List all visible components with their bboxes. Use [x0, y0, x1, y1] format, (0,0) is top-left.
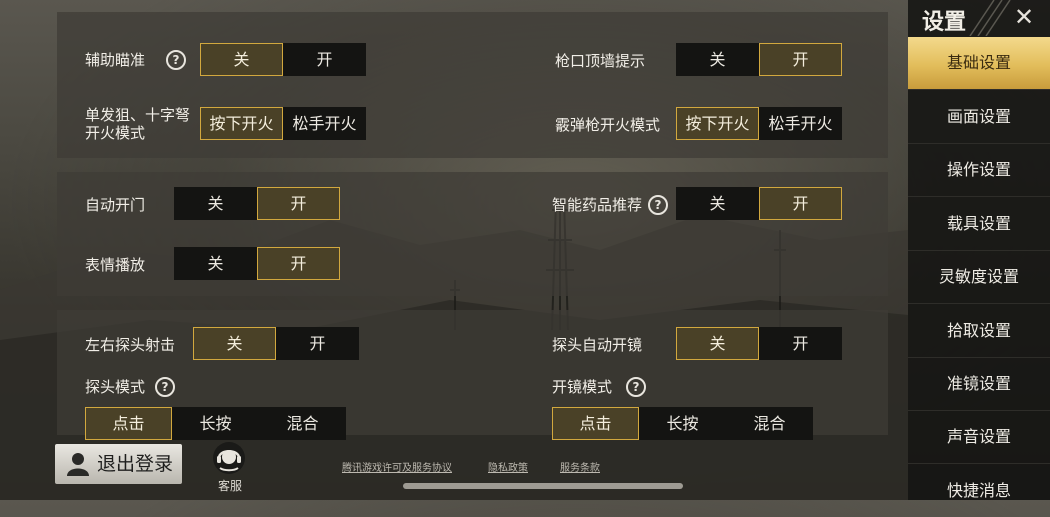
scope-mode-hold-option[interactable]: 长按	[639, 407, 726, 440]
customer-service-icon[interactable]	[206, 441, 252, 475]
tab-scope-settings[interactable]: 准镜设置	[908, 358, 1050, 411]
auto-door-label: 自动开门	[85, 196, 146, 214]
scope-mode-label: 开镜模式	[552, 378, 613, 396]
wall-hint-toggle: 关 开	[676, 43, 842, 76]
peek-mode-selector: 点击 长按 混合	[85, 407, 346, 440]
aim-assist-on-option[interactable]: 开	[283, 43, 366, 76]
sniper-fire-label-line2: 开火模式	[85, 124, 146, 142]
logout-label: 退出登录	[97, 453, 174, 475]
aim-assist-toggle: 关 开	[200, 43, 366, 76]
title-decoration	[969, 0, 1011, 36]
emote-toggle: 关 开	[174, 247, 340, 280]
med-recommend-label: 智能药品推荐	[552, 196, 643, 214]
auto-door-toggle: 关 开	[174, 187, 340, 220]
sniper-release-fire-option[interactable]: 松手开火	[283, 107, 366, 140]
peek-fire-toggle: 关 开	[193, 327, 359, 360]
user-icon	[67, 453, 89, 476]
peek-fire-on-option[interactable]: 开	[276, 327, 359, 360]
help-icon[interactable]: ?	[626, 377, 646, 397]
tab-sensitivity-settings[interactable]: 灵敏度设置	[908, 251, 1050, 304]
sniper-fire-label-line1: 单发狙、十字弩	[85, 106, 191, 124]
wall-hint-on-option[interactable]: 开	[759, 43, 842, 76]
auto-door-off-option[interactable]: 关	[174, 187, 257, 220]
terms-of-service-link[interactable]: 服务条款	[560, 459, 600, 474]
tab-sound-settings[interactable]: 声音设置	[908, 411, 1050, 464]
tab-vehicle-settings[interactable]: 载具设置	[908, 198, 1050, 251]
med-recommend-off-option[interactable]: 关	[676, 187, 759, 220]
shotgun-fire-label: 霰弹枪开火模式	[555, 116, 661, 134]
wall-hint-off-option[interactable]: 关	[676, 43, 759, 76]
shotgun-release-fire-option[interactable]: 松手开火	[759, 107, 842, 140]
help-icon[interactable]: ?	[155, 377, 175, 397]
tab-graphics-settings[interactable]: 画面设置	[908, 91, 1050, 144]
peek-fire-off-option[interactable]: 关	[193, 327, 276, 360]
peek-mode-hold-option[interactable]: 长按	[172, 407, 259, 440]
peek-fire-label: 左右探头射击	[85, 336, 176, 354]
help-icon[interactable]: ?	[648, 195, 668, 215]
scope-mode-tap-option[interactable]: 点击	[552, 407, 639, 440]
settings-title: 设置	[922, 10, 967, 35]
privacy-policy-link[interactable]: 隐私政策	[488, 459, 528, 474]
emote-label: 表情播放	[85, 256, 146, 274]
tab-controls-settings[interactable]: 操作设置	[908, 144, 1050, 197]
sniper-fire-toggle: 按下开火 松手开火	[200, 107, 366, 140]
emote-on-option[interactable]: 开	[257, 247, 340, 280]
close-icon[interactable]: ✕	[1014, 5, 1034, 29]
auto-door-on-option[interactable]: 开	[257, 187, 340, 220]
scope-mode-selector: 点击 长按 混合	[552, 407, 813, 440]
shotgun-fire-toggle: 按下开火 松手开火	[676, 107, 842, 140]
wall-hint-label: 枪口顶墙提示	[555, 52, 646, 70]
peek-mode-label: 探头模式	[85, 378, 146, 396]
peek-scope-label: 探头自动开镜	[552, 336, 643, 354]
customer-service-label[interactable]: 客服	[218, 477, 242, 494]
aim-assist-label: 辅助瞄准	[85, 51, 146, 69]
sniper-press-fire-option[interactable]: 按下开火	[200, 107, 283, 140]
peek-mode-mixed-option[interactable]: 混合	[259, 407, 346, 440]
peek-scope-on-option[interactable]: 开	[759, 327, 842, 360]
help-icon[interactable]: ?	[166, 50, 186, 70]
tab-quick-messages[interactable]: 快捷消息	[908, 465, 1050, 517]
peek-scope-toggle: 关 开	[676, 327, 842, 360]
license-agreement-link[interactable]: 腾讯游戏许可及服务协议	[342, 459, 452, 474]
tab-basic-settings[interactable]: 基础设置	[908, 37, 1050, 90]
emote-off-option[interactable]: 关	[174, 247, 257, 280]
horizontal-scrollbar[interactable]	[403, 483, 683, 489]
tab-pickup-settings[interactable]: 拾取设置	[908, 305, 1050, 358]
peek-mode-tap-option[interactable]: 点击	[85, 407, 172, 440]
scope-mode-mixed-option[interactable]: 混合	[726, 407, 813, 440]
med-recommend-toggle: 关 开	[676, 187, 842, 220]
shotgun-press-fire-option[interactable]: 按下开火	[676, 107, 759, 140]
aim-assist-off-option[interactable]: 关	[200, 43, 283, 76]
logout-button[interactable]: 退出登录	[55, 444, 182, 484]
med-recommend-on-option[interactable]: 开	[759, 187, 842, 220]
peek-scope-off-option[interactable]: 关	[676, 327, 759, 360]
